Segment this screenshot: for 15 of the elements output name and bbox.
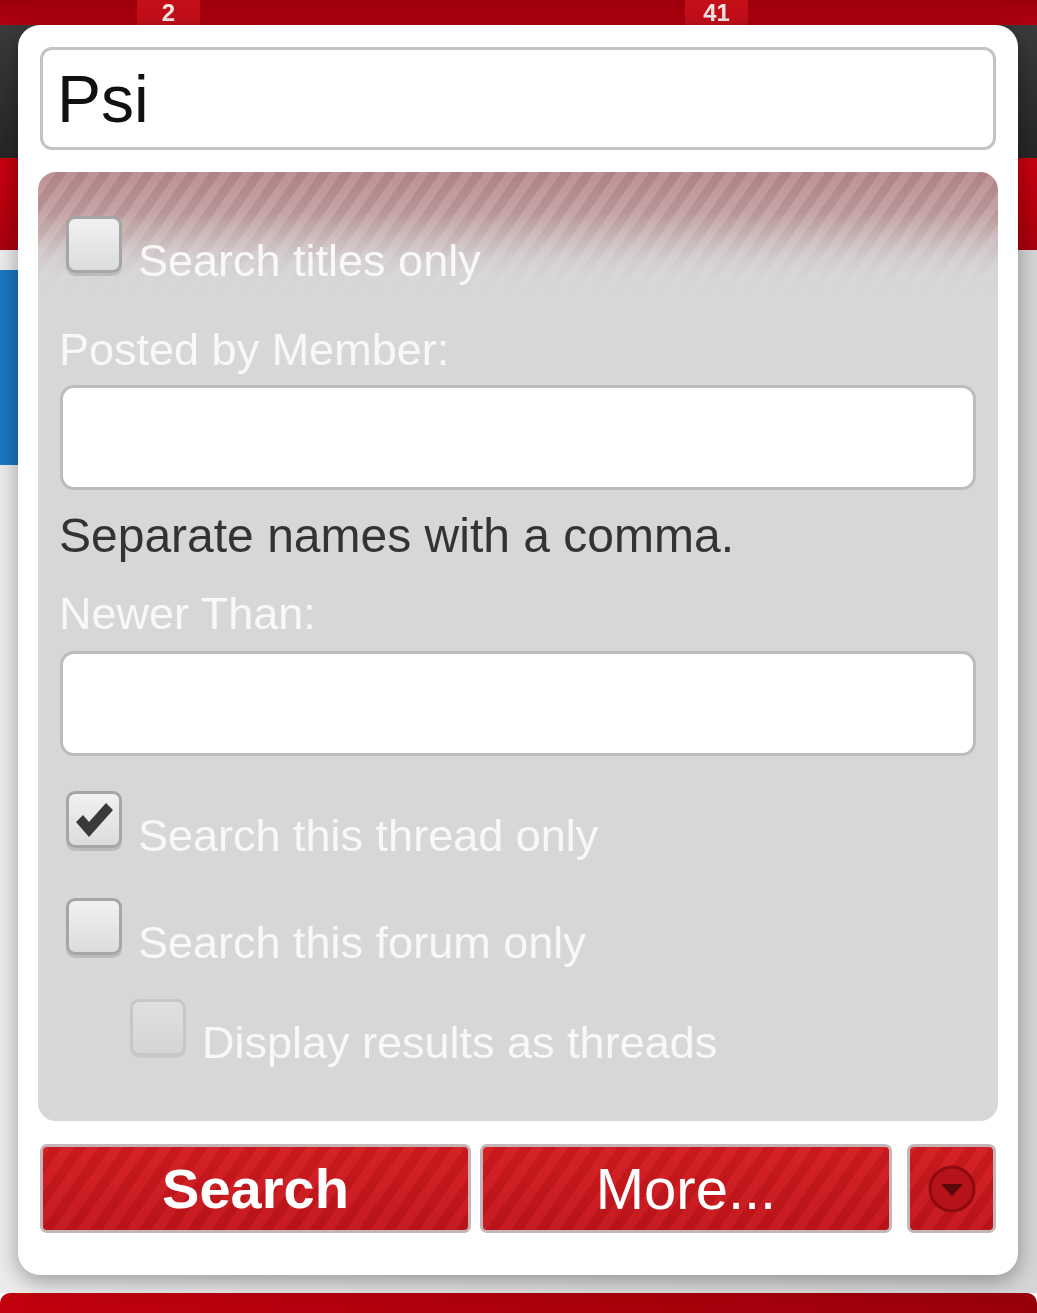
count-badge: 41 <box>685 0 748 25</box>
search-button[interactable]: Search <box>40 1144 471 1233</box>
checkbox[interactable] <box>66 216 122 273</box>
checkbox-label: Search titles only <box>138 235 481 287</box>
more-button[interactable]: More... <box>480 1144 892 1233</box>
count-badge: 2 <box>137 0 200 25</box>
dropdown-button[interactable] <box>907 1144 996 1233</box>
member-field[interactable] <box>60 385 976 490</box>
search-field[interactable]: Psi <box>40 47 996 150</box>
caret-icon <box>927 1164 976 1213</box>
hint-text: Separate names with a comma. <box>59 508 734 563</box>
checkbox[interactable] <box>66 791 122 848</box>
checkmark-icon <box>75 802 113 837</box>
checkbox[interactable] <box>66 898 122 955</box>
date-field[interactable] <box>60 651 976 756</box>
